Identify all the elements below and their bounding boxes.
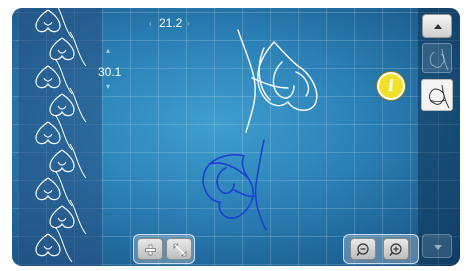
info-button[interactable]: i: [377, 72, 405, 100]
zoom-in-icon: [389, 243, 402, 256]
stitch-canvas[interactable]: ‹ 21.2 › ▴ 30.1 ▾: [12, 8, 460, 266]
pattern-thumbnail-inactive[interactable]: [422, 43, 452, 73]
zoom-in-button[interactable]: [383, 238, 409, 260]
stitch-designs-layer: [202, 29, 318, 231]
expand-button[interactable]: [166, 238, 192, 260]
zoom-out-icon: [356, 243, 369, 256]
plus-icon: [145, 244, 156, 256]
triangle-down-icon: [434, 245, 442, 250]
scroll-down-button[interactable]: [422, 234, 452, 258]
edit-button-group: [133, 234, 195, 264]
add-button[interactable]: [137, 238, 163, 260]
blue-stitch-design[interactable]: [202, 139, 267, 231]
zoom-out-button[interactable]: [350, 238, 376, 260]
scroll-up-button[interactable]: [422, 14, 452, 38]
pattern-thumbnail-selected[interactable]: [421, 79, 453, 111]
triangle-up-icon: [434, 24, 442, 29]
zoom-button-group: [343, 234, 419, 264]
embroidery-edit-screen: ‹ 21.2 › ▴ 30.1 ▾ i: [0, 0, 466, 271]
white-stitch-design[interactable]: [237, 29, 318, 133]
pattern-thumbnail-icon: [429, 84, 450, 109]
pattern-thumbnail-icon: [429, 48, 449, 71]
expand-arrows-icon: [173, 243, 187, 257]
